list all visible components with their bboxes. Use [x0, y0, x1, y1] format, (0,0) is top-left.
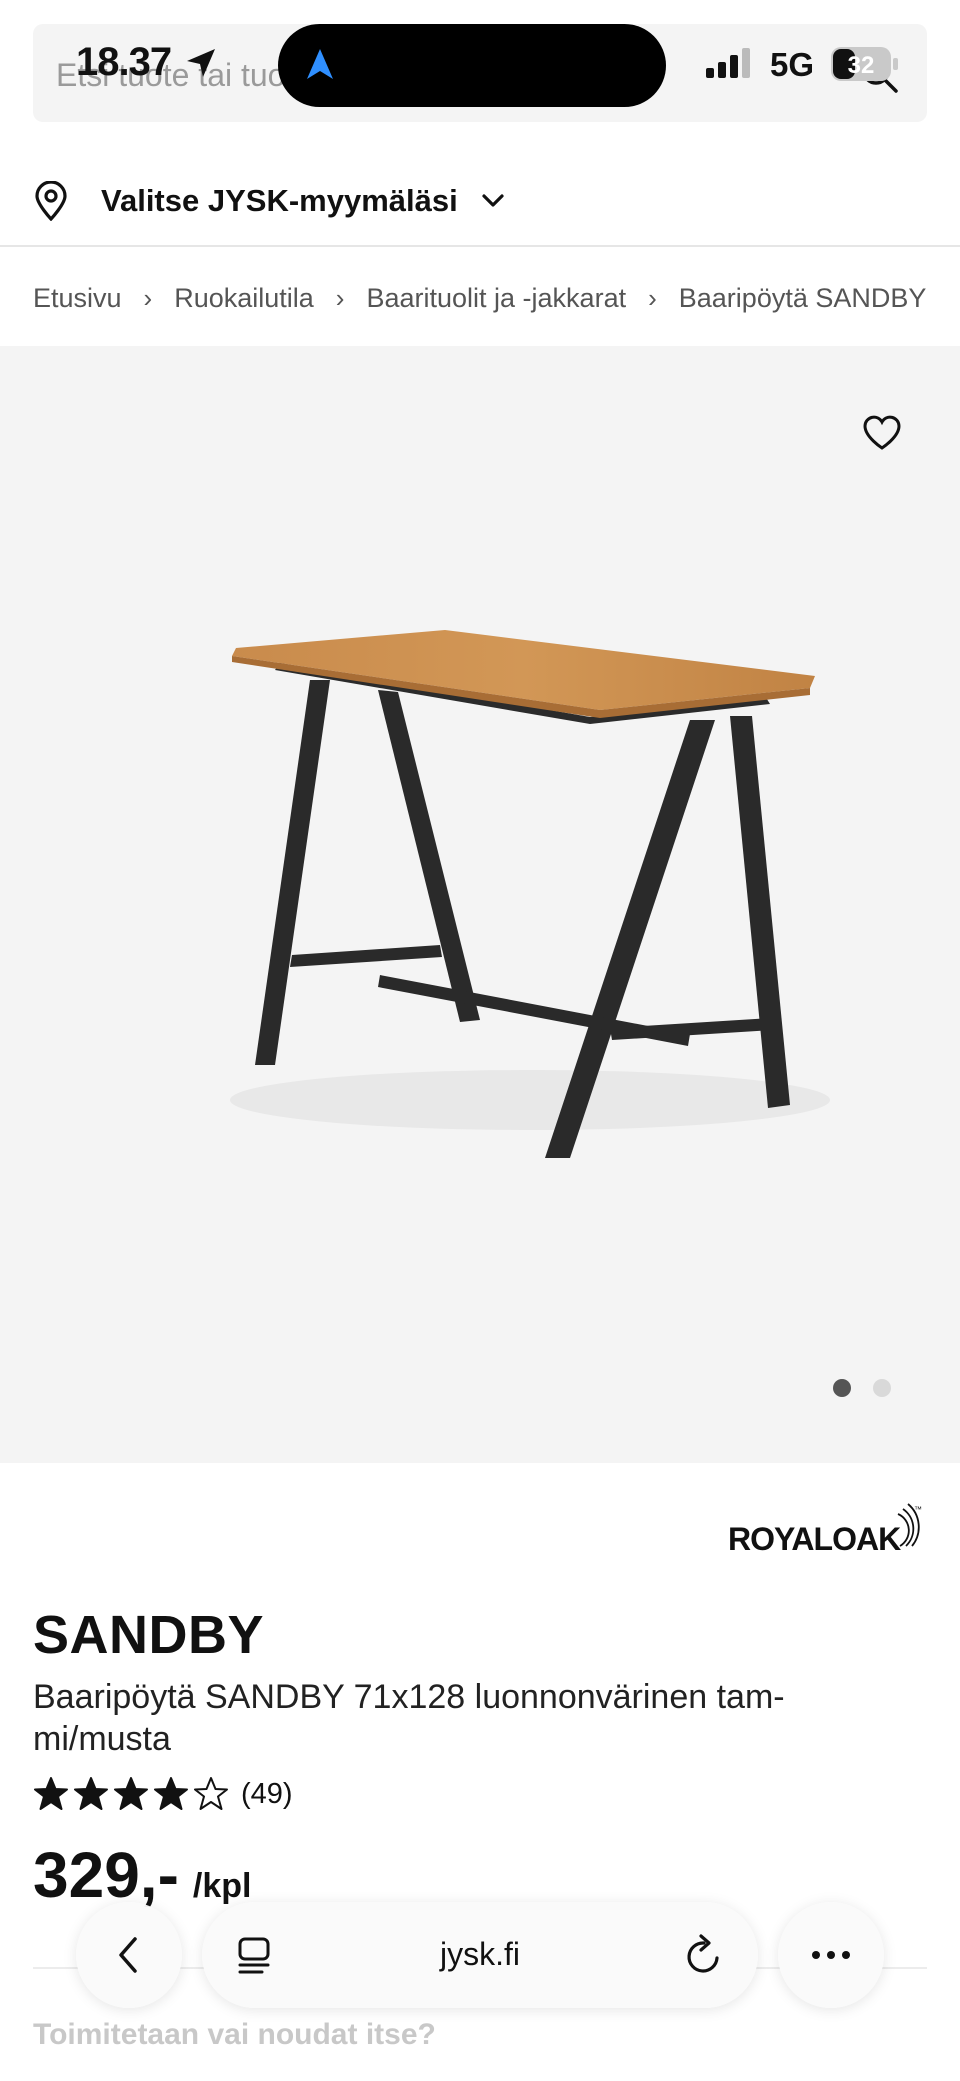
- network-type: 5G: [770, 46, 815, 83]
- product-image: [230, 630, 830, 1158]
- location-arrow-icon: [187, 49, 215, 77]
- more-horizontal-icon: [812, 1951, 850, 1959]
- product-title: SANDBY: [33, 1605, 265, 1665]
- star-filled-icon: [34, 1777, 68, 1810]
- gallery-dot-active[interactable]: [833, 1379, 851, 1397]
- product-price: 329,-: [33, 1839, 179, 1911]
- price-unit: /kpl: [192, 1867, 252, 1905]
- product-description: Baaripöytä SANDBY 71x128 luonnonvärinen …: [33, 1678, 785, 1758]
- browser-address-bar[interactable]: jysk.fi: [202, 1902, 758, 2008]
- delivery-heading: Toimitetaan vai noudat itse?: [33, 2018, 436, 2051]
- brand-logo-text: ROYALOAK: [728, 1521, 901, 1557]
- price-row: 329,- /kpl: [33, 1838, 251, 1912]
- breadcrumb: Etusivu › Ruokailutila › Baarituolit ja …: [33, 278, 928, 318]
- browser-back-button[interactable]: [76, 1902, 182, 2008]
- breadcrumb-separator-icon: ›: [648, 282, 657, 313]
- store-selector[interactable]: Valitse JYSK-myymäläsi: [33, 178, 506, 224]
- rating-count: (49): [241, 1777, 293, 1810]
- battery-level: 32: [848, 52, 875, 79]
- location-pin-icon: [35, 181, 67, 221]
- browser-more-button[interactable]: [778, 1902, 884, 2008]
- navigation-arrow-icon: [307, 49, 333, 79]
- breadcrumb-item-current: Baaripöytä SANDBY: [678, 282, 927, 313]
- store-selector-label: Valitse JYSK-myymäläsi: [101, 183, 458, 218]
- breadcrumb-item-bar-stools[interactable]: Baarituolit ja -jakkarat: [366, 283, 626, 314]
- dynamic-island: [278, 24, 666, 107]
- brand-logo: ROYALOAK ™: [728, 1503, 922, 1557]
- breadcrumb-separator-icon: ›: [335, 282, 345, 313]
- browser-domain: jysk.fi: [440, 1936, 520, 1972]
- product-rating[interactable]: (49): [33, 1776, 293, 1812]
- breadcrumb-item-dining[interactable]: Ruokailutila: [174, 283, 314, 314]
- heart-icon[interactable]: [862, 415, 902, 451]
- rating-stars: [33, 1776, 229, 1812]
- battery-icon: 32: [831, 47, 898, 81]
- chevron-down-icon: [482, 194, 504, 207]
- star-filled-icon: [154, 1777, 188, 1810]
- star-empty-icon: [194, 1777, 228, 1810]
- gallery-dot[interactable]: [873, 1379, 891, 1397]
- chevron-left-icon: [119, 1937, 137, 1973]
- brand-trademark: ™: [914, 1505, 922, 1514]
- header-divider: [0, 245, 960, 247]
- breadcrumb-separator-icon: ›: [143, 282, 153, 313]
- star-filled-icon: [74, 1777, 108, 1810]
- reload-icon[interactable]: [684, 1934, 724, 1976]
- breadcrumb-item-home[interactable]: Etusivu: [33, 283, 122, 314]
- star-filled-icon: [114, 1777, 148, 1810]
- status-time: 18.37: [76, 40, 172, 84]
- gallery-pagination: [833, 1379, 891, 1397]
- cellular-signal-icon: [706, 48, 750, 78]
